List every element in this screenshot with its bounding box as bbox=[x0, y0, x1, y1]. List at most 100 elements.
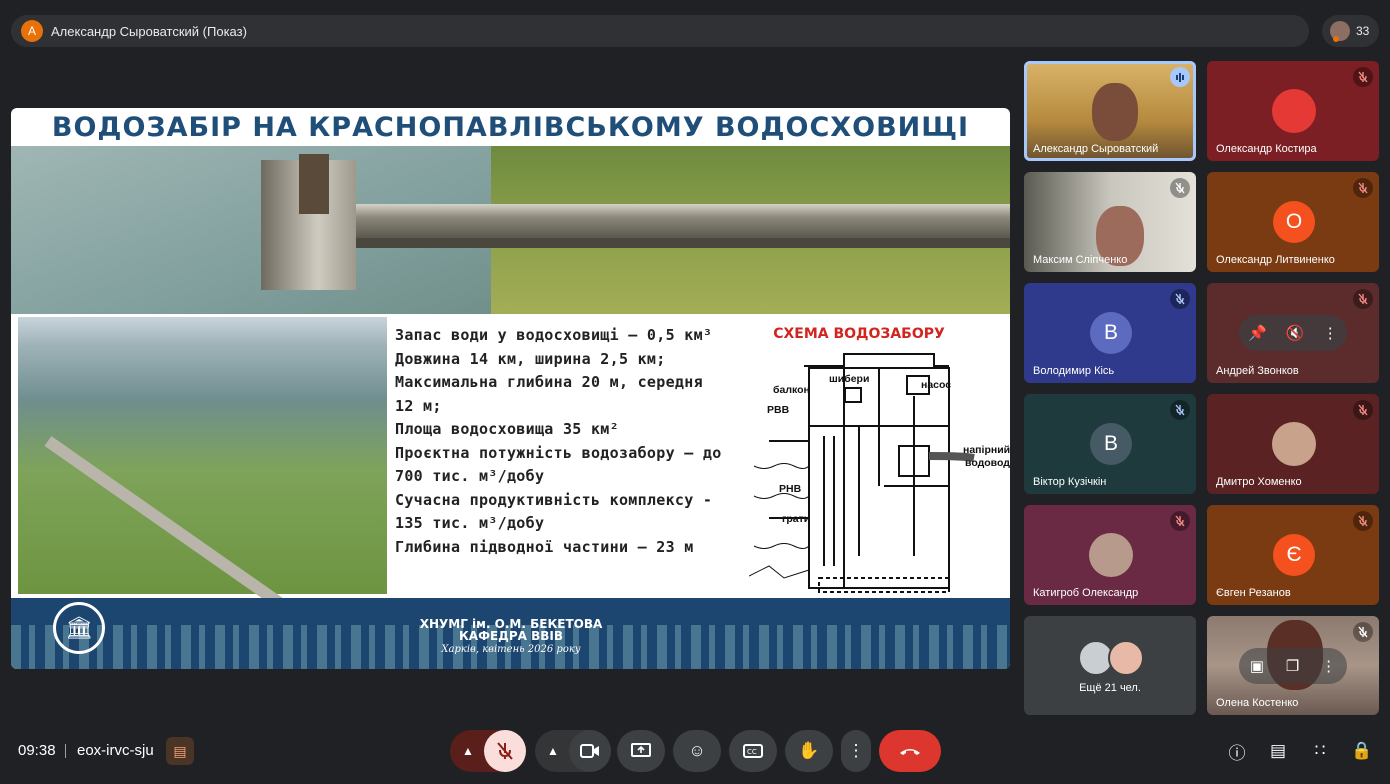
fact-line: 12 м; bbox=[395, 396, 442, 415]
present-screen-icon[interactable] bbox=[617, 730, 665, 772]
participant-name: Олександр Литвиненко bbox=[1216, 254, 1335, 266]
presenter-title: Александр Сыроватский (Показ) bbox=[51, 23, 247, 39]
scheme-label: балкон bbox=[773, 384, 810, 396]
participant-tile[interactable]: Александр Сыроватский bbox=[1024, 61, 1196, 161]
fact-line: 700 тис. м³/добу bbox=[395, 467, 545, 485]
participant-avatar bbox=[1272, 89, 1316, 133]
participant-initial: Є bbox=[1273, 534, 1315, 576]
participant-name: Євген Резанов bbox=[1216, 587, 1291, 599]
divider bbox=[65, 744, 66, 758]
fact-line: Максимальна глибина 20 м, середня bbox=[395, 373, 703, 391]
fact-line: Глибина підводної частини – 23 м bbox=[395, 537, 694, 556]
mic-options-chevron-icon[interactable]: ▲ bbox=[462, 744, 474, 758]
scheme-label: насос bbox=[921, 379, 952, 391]
svg-text:CC: CC bbox=[747, 748, 757, 756]
participant-avatar bbox=[1089, 533, 1133, 577]
camera-icon[interactable] bbox=[569, 730, 611, 772]
participants-avatar bbox=[1330, 21, 1350, 42]
more-participants-tile[interactable]: Ещё 21 чел. bbox=[1024, 616, 1196, 715]
participant-name: Олександр Костира bbox=[1216, 143, 1317, 155]
emoji-icon[interactable]: ☺ bbox=[673, 730, 721, 772]
footer-department: КАФЕДРА ВВІВ bbox=[458, 629, 564, 643]
mic-off-icon bbox=[1170, 289, 1190, 309]
scheme-label: РВВ bbox=[767, 404, 790, 416]
presenter-avatar: А bbox=[21, 20, 43, 42]
meeting-clock: 09:38 bbox=[18, 742, 56, 759]
slide-footer-band: 🏛 ХНУМГ ім. О.М. БЕКЕТОВА КАФЕДРА ВВІВ Х… bbox=[11, 598, 1010, 669]
mic-off-icon bbox=[1353, 289, 1373, 309]
mic-off-icon bbox=[1353, 622, 1373, 642]
participant-name: Віктор Кузічкін bbox=[1033, 476, 1107, 488]
participant-tile[interactable]: Олександр Костира bbox=[1207, 61, 1379, 161]
participant-name: Катигроб Олександр bbox=[1033, 587, 1139, 599]
speaking-indicator-icon bbox=[1170, 67, 1190, 87]
university-emblem-icon: 🏛 bbox=[53, 602, 105, 654]
intake-scheme-drawing: балкон шибери насос РВВ РНВ грати напірн… bbox=[748, 346, 1010, 598]
scheme-label: грати bbox=[782, 513, 811, 525]
scheme-title: СХЕМА ВОДОЗАБОРУ bbox=[773, 326, 945, 342]
mic-off-icon[interactable] bbox=[484, 730, 526, 772]
fact-line: Проєктна потужність водозабору – до bbox=[395, 443, 722, 462]
participant-name: Володимир Кісь bbox=[1033, 365, 1115, 377]
mic-off-icon bbox=[1353, 178, 1373, 198]
presentation-slide: ВОДОЗАБІР НА КРАСНОПАВЛІВСЬКОМУ ВОДОСХОВ… bbox=[11, 108, 1010, 669]
participant-tile[interactable]: Катигроб Олександр bbox=[1024, 505, 1196, 605]
scheme-label: РНВ bbox=[779, 483, 802, 495]
mic-off-icon bbox=[1170, 511, 1190, 531]
raise-hand-icon[interactable]: ✋ bbox=[785, 730, 833, 772]
camera-control-group: ▲ bbox=[535, 730, 611, 772]
camera-options-chevron-icon[interactable]: ▲ bbox=[547, 744, 559, 758]
facts-list: Запас води у водосховищі – 0,5 км³ Довжи… bbox=[395, 324, 765, 559]
scheme-label: напірний bbox=[963, 444, 1010, 456]
participant-name: Олена Костенко bbox=[1216, 697, 1299, 709]
tile-hover-controls: ▣ ❐ ⋮ bbox=[1239, 648, 1347, 684]
participant-video bbox=[1092, 83, 1138, 141]
more-options-icon[interactable]: ⋮ bbox=[841, 730, 871, 772]
participant-tile[interactable]: ▣ ❐ ⋮ Олена Костенко bbox=[1207, 616, 1379, 715]
aerial-photo-intake bbox=[11, 146, 1010, 314]
whiteboard-icon[interactable]: ▤ bbox=[166, 737, 194, 765]
slide-title: ВОДОЗАБІР НА КРАСНОПАВЛІВСЬКОМУ ВОДОСХОВ… bbox=[51, 112, 970, 143]
participants-button[interactable]: 33 bbox=[1322, 15, 1379, 47]
participant-initial: О bbox=[1273, 201, 1315, 243]
fact-line: Сучасна продуктивність комплексу - bbox=[395, 490, 713, 509]
pin-icon[interactable]: 📌 bbox=[1248, 324, 1267, 342]
fact-line: 135 тис. м³/добу bbox=[395, 514, 545, 532]
scheme-label: водовод bbox=[965, 457, 1010, 469]
meeting-code: eox-irvc-sju bbox=[77, 742, 154, 759]
fact-line: Довжина 14 км, ширина 2,5 км; bbox=[395, 349, 666, 368]
participant-name: Андрей Звонков bbox=[1216, 365, 1299, 377]
participant-tile[interactable]: Максим Сліпченко bbox=[1024, 172, 1196, 272]
participant-tile[interactable]: 📌 🔇 ⋮ Андрей Звонков bbox=[1207, 283, 1379, 383]
more-options-icon[interactable]: ⋮ bbox=[1321, 657, 1336, 675]
participant-initial: В bbox=[1090, 312, 1132, 354]
add-to-screen-icon[interactable]: ❐ bbox=[1286, 657, 1299, 675]
end-call-button[interactable] bbox=[879, 730, 941, 772]
mic-off-icon bbox=[1353, 511, 1373, 531]
captions-icon[interactable]: CC bbox=[729, 730, 777, 772]
scheme-label: шибери bbox=[829, 373, 870, 385]
participant-tile[interactable]: О Олександр Литвиненко bbox=[1207, 172, 1379, 272]
mic-off-icon bbox=[1353, 400, 1373, 420]
participant-name: Александр Сыроватский bbox=[1033, 143, 1159, 155]
participants-count: 33 bbox=[1356, 24, 1370, 38]
mic-off-icon bbox=[1170, 178, 1190, 198]
participant-tile[interactable]: В Віктор Кузічкін bbox=[1024, 394, 1196, 494]
aerial-photo-reservoir bbox=[18, 317, 387, 653]
more-options-icon[interactable]: ⋮ bbox=[1323, 324, 1338, 342]
activities-icon[interactable]: ∷ bbox=[1308, 739, 1332, 763]
participant-tile[interactable]: В Володимир Кісь bbox=[1024, 283, 1196, 383]
presenter-bar[interactable]: А Александр Сыроватский (Показ) bbox=[11, 15, 1309, 47]
frame-icon[interactable]: ▣ bbox=[1250, 657, 1264, 675]
mic-off-icon bbox=[1353, 67, 1373, 87]
chat-icon[interactable]: ▤ bbox=[1266, 739, 1290, 763]
host-controls-icon[interactable]: 🔒 bbox=[1350, 739, 1374, 763]
participant-tile[interactable]: Дмитро Хоменко bbox=[1207, 394, 1379, 494]
more-participants-label: Ещё 21 чел. bbox=[1079, 682, 1141, 694]
participant-tile[interactable]: Є Євген Резанов bbox=[1207, 505, 1379, 605]
footer-place-date: Харків, квітень 2026 року bbox=[441, 644, 581, 655]
participant-avatar bbox=[1108, 640, 1144, 676]
participant-avatar bbox=[1272, 422, 1316, 466]
info-icon[interactable]: ⓘ bbox=[1225, 739, 1249, 763]
mute-participant-icon[interactable]: 🔇 bbox=[1285, 324, 1304, 342]
